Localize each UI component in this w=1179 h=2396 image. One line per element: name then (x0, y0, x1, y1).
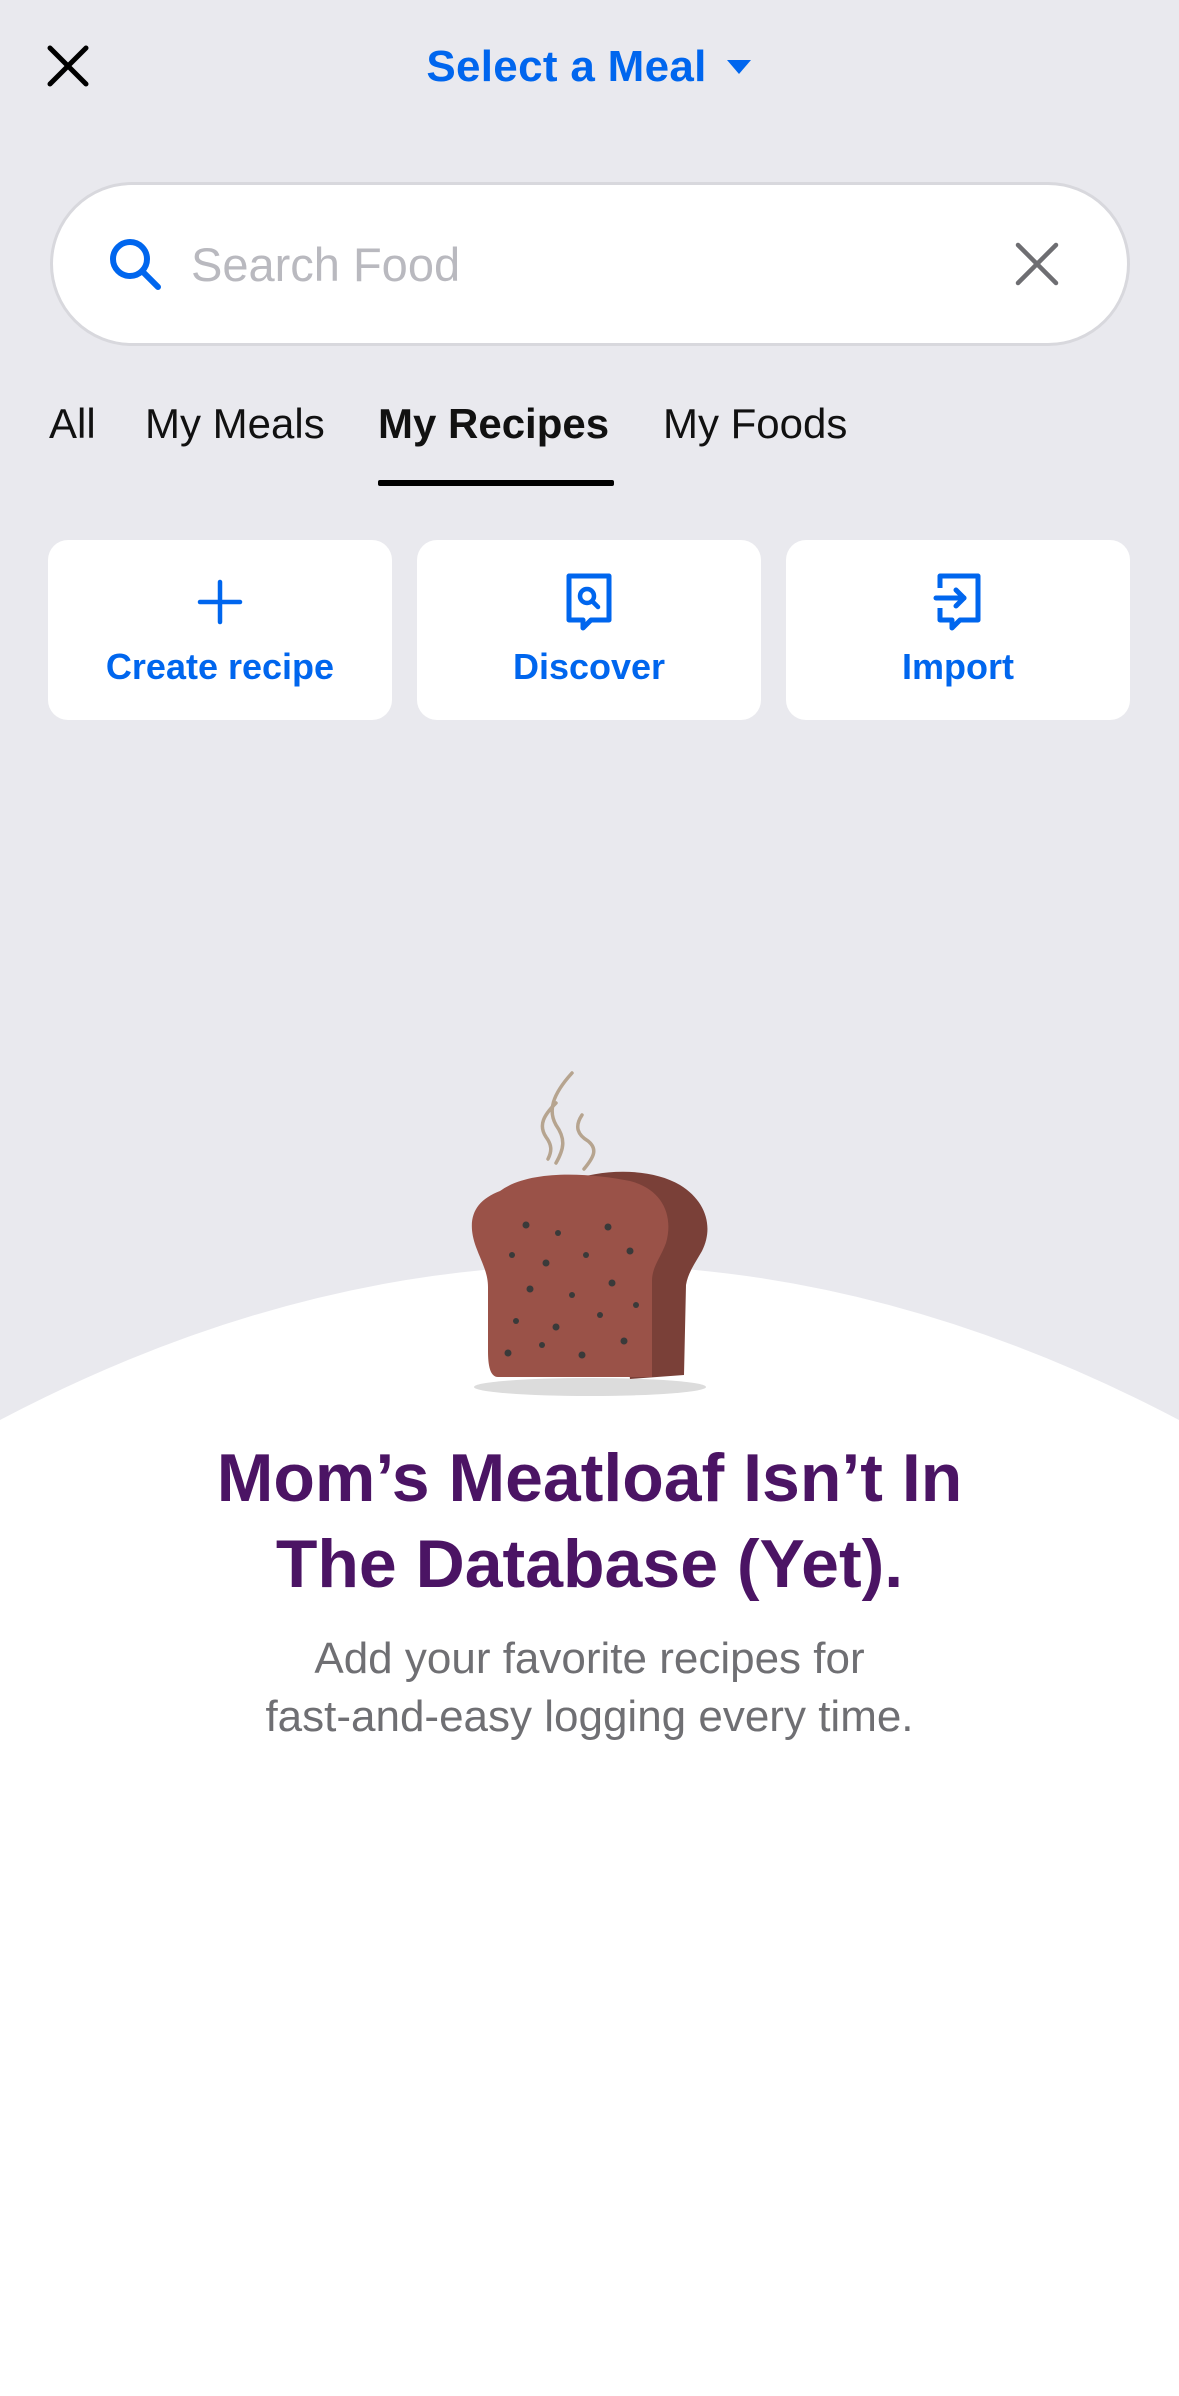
meatloaf-illustration (471, 1071, 708, 1396)
discover-button[interactable]: Discover (417, 540, 761, 720)
empty-state-subtitle: Add your favorite recipes for fast-and-e… (100, 1630, 1079, 1746)
empty-state-subtitle-line2: fast-and-easy logging every time. (265, 1692, 914, 1741)
import-icon (928, 572, 988, 632)
active-tab-indicator (378, 480, 614, 486)
clear-icon (1015, 242, 1059, 286)
meal-selector[interactable]: Select a Meal (0, 38, 1179, 96)
empty-state-background (0, 1265, 1179, 2396)
import-button[interactable]: Import (786, 540, 1130, 720)
create-recipe-label: Create recipe (105, 646, 335, 687)
discover-label: Discover (512, 646, 666, 687)
recipe-actions: Create recipe Discover Import (48, 540, 1131, 720)
tab-all[interactable]: All (49, 400, 96, 448)
discover-icon (559, 572, 619, 632)
category-tabs: All My Meals My Recipes My Foods (0, 400, 1179, 490)
caret-down-icon (726, 60, 751, 74)
empty-state-title: Mom’s Meatloaf Isn’t In The Database (Ye… (100, 1435, 1079, 1607)
meal-selector-label: Select a Meal (426, 42, 707, 91)
empty-state-title-line1: Mom’s Meatloaf Isn’t In (216, 1440, 963, 1516)
search-input[interactable] (191, 224, 1007, 304)
tab-my-meals[interactable]: My Meals (145, 400, 325, 448)
import-label: Import (902, 646, 1014, 687)
empty-state-subtitle-line1: Add your favorite recipes for (314, 1634, 865, 1683)
top-bar: Select a Meal (0, 0, 1179, 140)
tab-my-recipes[interactable]: My Recipes (378, 400, 609, 448)
empty-state-title-line2: The Database (Yet). (275, 1526, 904, 1602)
plus-icon (190, 572, 250, 632)
search-icon (105, 234, 165, 294)
tab-my-foods[interactable]: My Foods (663, 400, 847, 448)
create-recipe-button[interactable]: Create recipe (48, 540, 392, 720)
clear-search-button[interactable] (1007, 234, 1067, 294)
search-bar (50, 182, 1130, 346)
